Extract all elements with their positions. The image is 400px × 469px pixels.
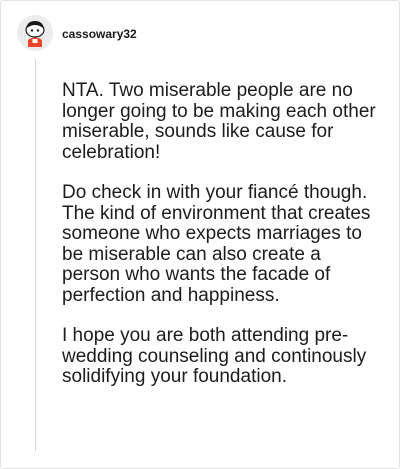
comment-card: cassowary32 NTA. Two miserable people ar… [0, 0, 400, 469]
comment-body: NTA. Two miserable people are no longer … [62, 80, 384, 408]
comment-paragraph-3: I hope you are both attending pre-weddin… [62, 325, 367, 387]
snoo-avatar-icon[interactable] [17, 15, 53, 51]
comment-paragraph-1: NTA. Two miserable people are no longer … [62, 80, 376, 163]
comment-username[interactable]: cassowary32 [62, 27, 137, 41]
comment-paragraph-2: Do check in with your fiancé though. The… [62, 182, 371, 306]
thread-line[interactable] [35, 59, 36, 451]
